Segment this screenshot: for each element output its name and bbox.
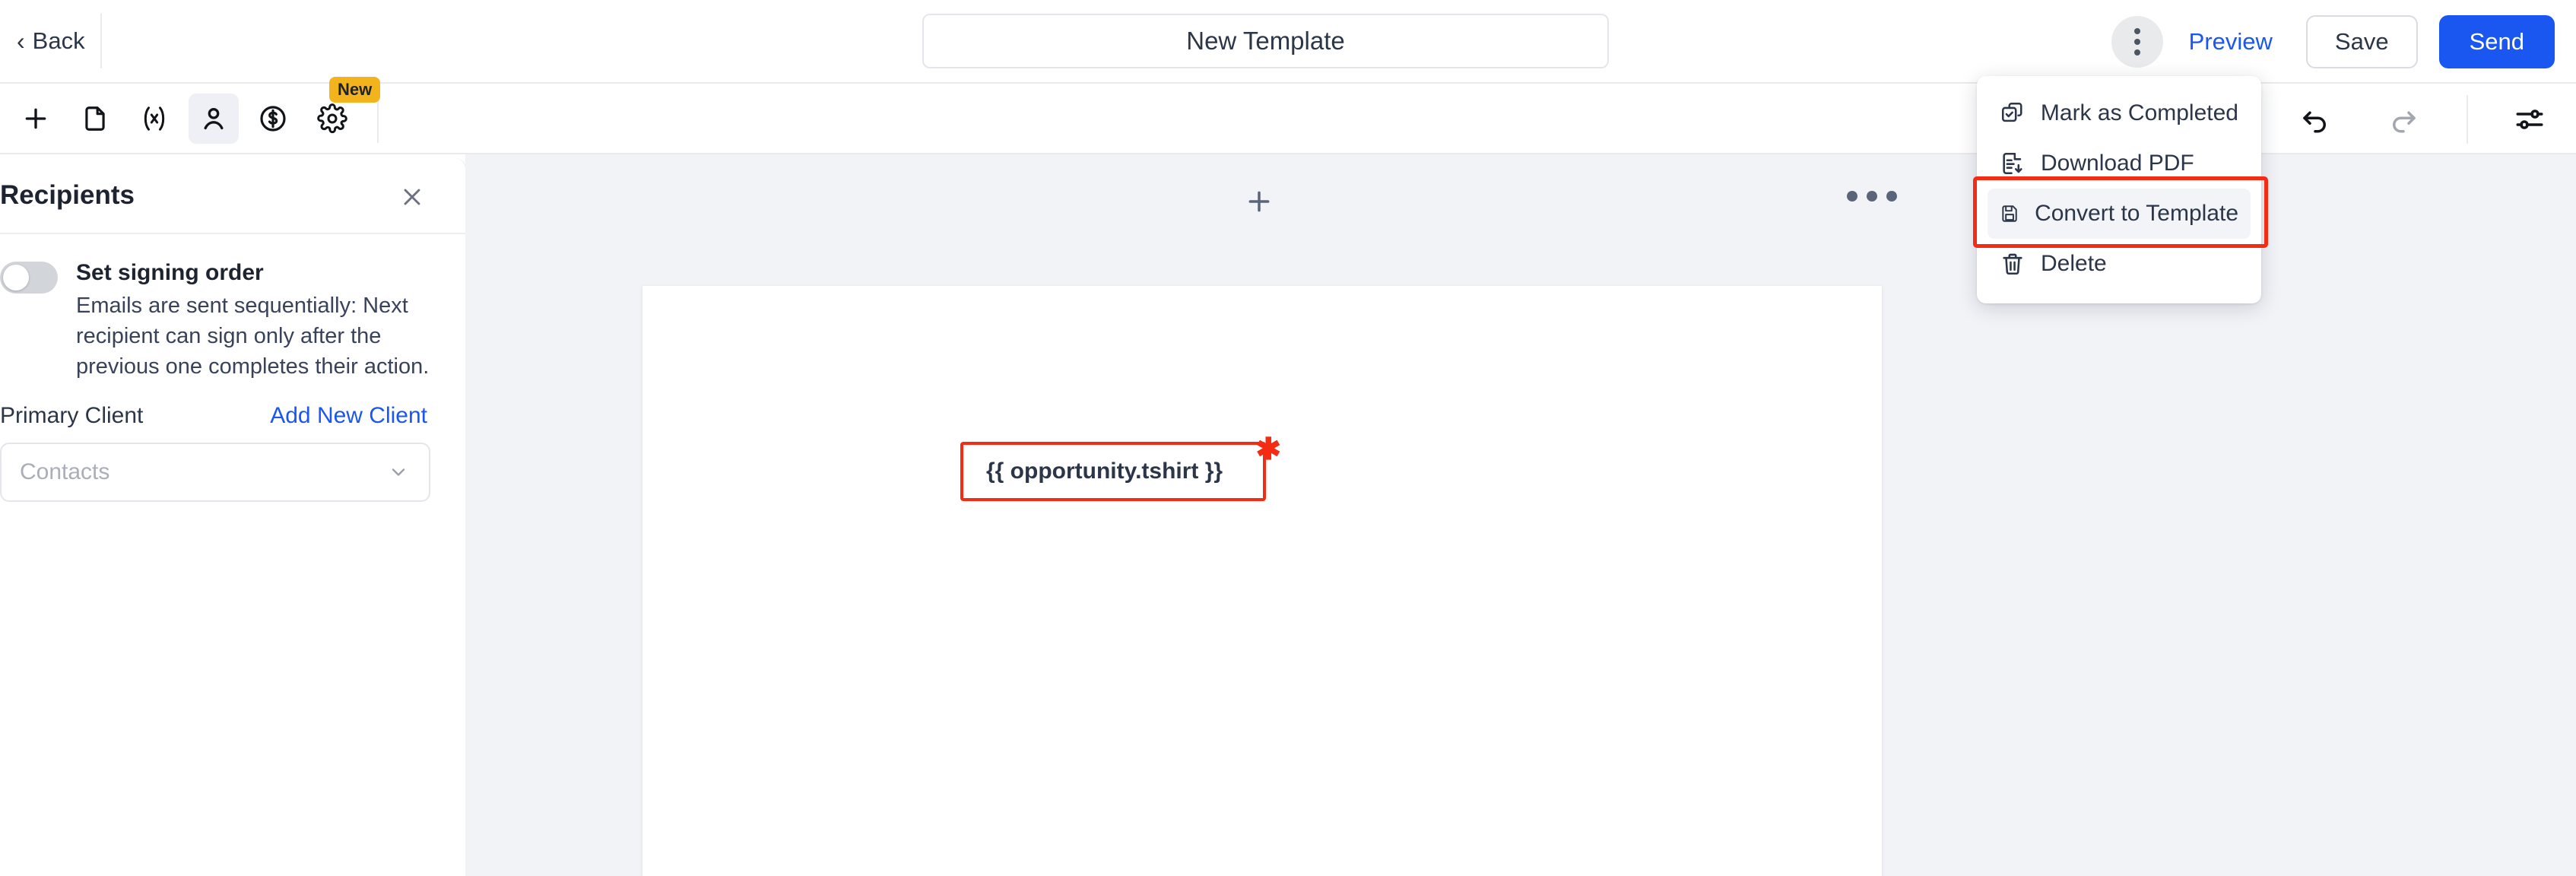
toolbar-divider	[2467, 94, 2468, 144]
more-options-button[interactable]	[2111, 16, 2163, 68]
toolbar-right-actions	[2251, 84, 2576, 154]
chevron-down-icon	[392, 468, 405, 476]
merge-field-opportunity-tshirt[interactable]: {{ opportunity.tshirt }} ✱	[960, 434, 1281, 501]
page-title: Recipients	[0, 180, 135, 210]
menu-item-label: Convert to Template	[2035, 201, 2238, 226]
document-title-input[interactable]	[922, 14, 1609, 68]
more-horizontal-icon	[1886, 191, 1897, 202]
send-button[interactable]: Send	[2438, 15, 2555, 68]
menu-item-label: Delete	[2041, 251, 2107, 276]
redo-button[interactable]	[2378, 94, 2428, 144]
top-header-bar: ‹ Back Preview Save Send	[0, 0, 2576, 84]
more-options-dropdown: Mark as Completed Download PDF Convert t…	[1977, 76, 2261, 303]
plus-icon	[1248, 191, 1270, 212]
toggle-knob	[3, 265, 29, 290]
contacts-placeholder: Contacts	[20, 459, 110, 484]
file-download-icon	[2003, 152, 2022, 175]
more-vertical-icon	[2133, 28, 2140, 34]
view-settings-button[interactable]	[2505, 94, 2555, 144]
primary-client-label: Primary Client	[0, 402, 144, 428]
header-divider	[100, 14, 102, 68]
required-asterisk-icon: ✱	[1255, 433, 1281, 466]
signing-order-text-block: Set signing order Emails are sent sequen…	[76, 259, 435, 382]
add-page-button[interactable]	[1242, 185, 1276, 218]
trash-icon	[2003, 253, 2022, 275]
close-sidebar-button[interactable]	[393, 178, 431, 216]
document-editor-app: ‹ Back Preview Save Send	[0, 0, 2576, 876]
recipients-sidebar-panel: Recipients Set signing order Emails are …	[0, 158, 465, 876]
more-horizontal-icon	[1867, 191, 1877, 202]
primary-client-row: Primary Client Add New Client	[0, 403, 435, 429]
signing-order-row: Set signing order Emails are sent sequen…	[0, 259, 435, 382]
sidebar-header: Recipients	[0, 158, 465, 234]
recipients-tool-button[interactable]	[189, 93, 239, 144]
menu-item-download-pdf[interactable]: Download PDF	[1988, 138, 2251, 189]
more-horizontal-icon	[1847, 191, 1857, 202]
menu-item-label: Download PDF	[2041, 151, 2194, 176]
back-button[interactable]: ‹ Back	[6, 21, 96, 61]
menu-item-mark-as-completed[interactable]: Mark as Completed	[1988, 88, 2251, 138]
set-signing-order-toggle[interactable]	[0, 262, 58, 294]
settings-tool-button[interactable]: New	[307, 76, 381, 144]
menu-item-convert-to-template[interactable]: Convert to Template	[1988, 189, 2251, 239]
add-element-button[interactable]	[11, 94, 61, 144]
back-button-label: Back	[32, 27, 85, 54]
chevron-left-icon: ‹	[17, 27, 25, 55]
save-floppy-icon	[2002, 205, 2017, 222]
merge-field-text: {{ opportunity.tshirt }}	[986, 459, 1223, 484]
more-vertical-icon	[2133, 39, 2140, 45]
preview-button[interactable]: Preview	[2189, 28, 2273, 56]
menu-item-label: Mark as Completed	[2040, 100, 2238, 125]
variable-tool-button[interactable]	[129, 94, 179, 144]
add-new-client-link[interactable]: Add New Client	[270, 403, 427, 429]
signing-order-label: Set signing order	[76, 260, 264, 285]
new-badge: New	[329, 76, 381, 103]
undo-button[interactable]	[2290, 94, 2340, 144]
more-vertical-icon	[2133, 49, 2140, 56]
payment-tool-button[interactable]	[248, 94, 298, 144]
copy-check-icon	[2001, 103, 2022, 122]
document-tool-button[interactable]	[70, 94, 120, 144]
save-button[interactable]: Save	[2305, 15, 2418, 68]
document-page[interactable]: {{ opportunity.tshirt }} ✱	[642, 286, 1882, 876]
page-options-button[interactable]	[1847, 191, 1897, 202]
signing-order-description: Emails are sent sequentially: Next recip…	[76, 293, 430, 379]
sidebar-content: Set signing order Emails are sent sequen…	[0, 234, 465, 502]
menu-item-delete[interactable]: Delete	[1988, 239, 2251, 289]
contacts-select[interactable]: Contacts	[0, 442, 430, 502]
header-actions: Preview Save Send	[2111, 0, 2555, 84]
